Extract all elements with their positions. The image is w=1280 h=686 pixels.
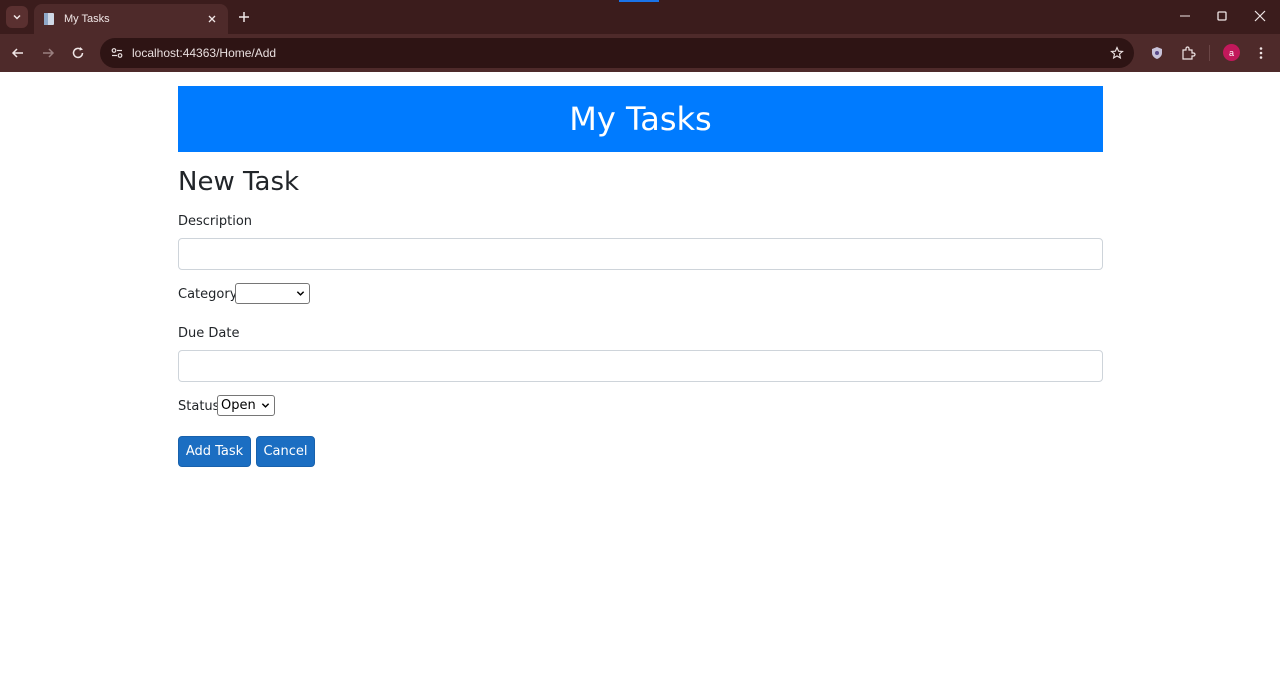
- browser-tab-strip: My Tasks: [0, 0, 1280, 34]
- site-info-icon[interactable]: [102, 38, 132, 68]
- extensions-puzzle-icon[interactable]: [1178, 43, 1198, 63]
- bookmark-star-icon[interactable]: [1108, 44, 1126, 62]
- back-button[interactable]: [7, 42, 29, 64]
- due-date-label: Due Date: [178, 326, 240, 341]
- status-select[interactable]: Open: [217, 395, 275, 416]
- arrow-right-icon: [43, 48, 55, 58]
- browser-toolbar: localhost:44363/Home/Add: [0, 34, 1280, 72]
- description-label: Description: [178, 214, 253, 229]
- page-icon: [42, 12, 56, 26]
- chevron-down-icon: [261, 403, 270, 408]
- close-icon[interactable]: [204, 11, 220, 27]
- url-text: localhost:44363/Home/Add: [132, 46, 277, 60]
- shield-icon[interactable]: [1147, 43, 1167, 63]
- tab-search-button[interactable]: [6, 6, 28, 28]
- minimize-button[interactable]: [1173, 6, 1197, 26]
- new-tab-button[interactable]: [234, 7, 254, 27]
- plus-icon: [239, 12, 249, 22]
- banner-title: My Tasks: [569, 100, 712, 138]
- add-task-button[interactable]: Add Task: [178, 436, 251, 467]
- address-bar[interactable]: localhost:44363/Home/Add: [100, 38, 1134, 68]
- restore-icon: [1217, 11, 1227, 21]
- profile-avatar[interactable]: a: [1223, 44, 1240, 61]
- page-content: My Tasks New Task Description Category D…: [0, 72, 1280, 686]
- chevron-down-icon: [13, 14, 21, 20]
- browser-tab-active[interactable]: My Tasks: [34, 4, 228, 34]
- reload-icon: [72, 47, 84, 59]
- category-select[interactable]: [235, 283, 310, 304]
- status-selected-value: Open: [221, 398, 256, 413]
- page-title: New Task: [178, 167, 300, 197]
- status-label: Status: [178, 399, 220, 414]
- close-window-button[interactable]: [1248, 6, 1272, 26]
- arrow-left-icon: [11, 48, 23, 58]
- due-date-field[interactable]: [178, 350, 1103, 382]
- category-label: Category: [178, 287, 238, 302]
- forward-button[interactable]: [37, 42, 59, 64]
- chevron-down-icon: [296, 291, 305, 296]
- menu-kebab-icon[interactable]: [1251, 43, 1271, 63]
- close-icon: [1254, 10, 1266, 22]
- reload-button[interactable]: [67, 42, 89, 64]
- minimize-icon: [1180, 15, 1190, 17]
- tab-title: My Tasks: [64, 13, 110, 25]
- app-banner: My Tasks: [178, 86, 1103, 152]
- description-field[interactable]: [178, 238, 1103, 270]
- cancel-button[interactable]: Cancel: [256, 436, 315, 467]
- tab-strip-accent: [619, 0, 659, 2]
- maximize-button[interactable]: [1210, 6, 1234, 26]
- toolbar-divider: [1209, 45, 1210, 61]
